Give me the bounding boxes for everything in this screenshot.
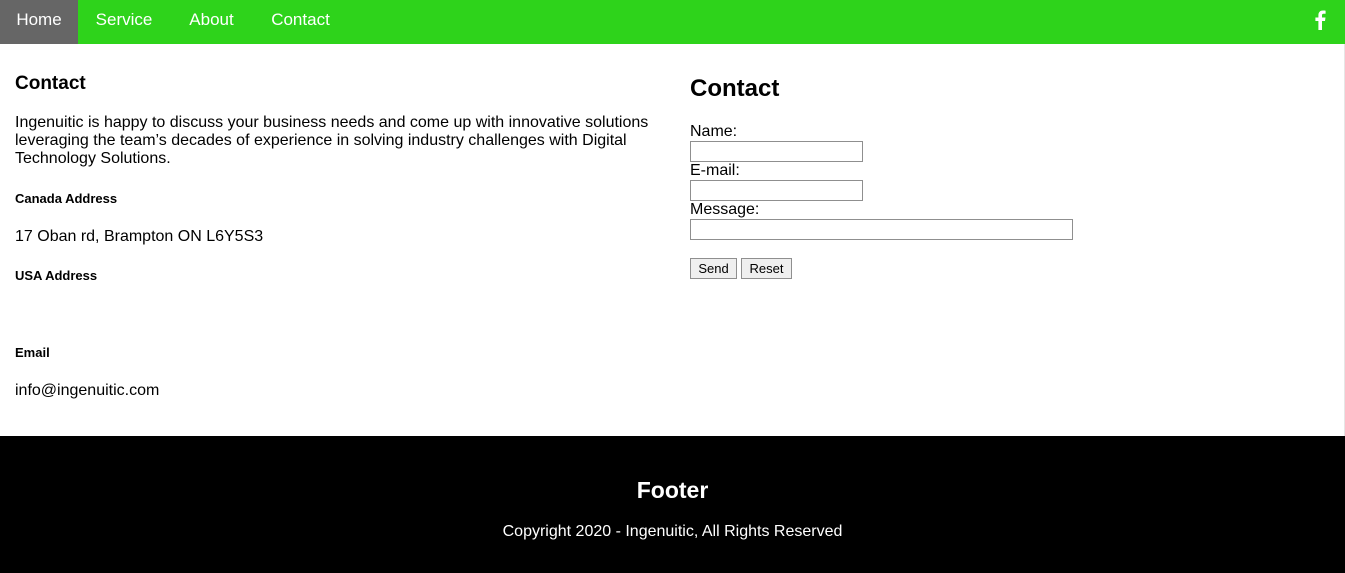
footer-copyright: Copyright 2020 - Ingenuitic, All Rights … [502,523,843,540]
facebook-icon[interactable] [1313,10,1327,30]
top-navbar: Home Service About Contact [0,0,1345,44]
reset-button[interactable]: Reset [741,258,792,279]
nav-item-contact[interactable]: Contact [253,0,348,44]
footer: Footer Copyright 2020 - Ingenuitic, All … [0,436,1345,573]
email-input[interactable] [690,180,863,201]
canada-address-heading: Canada Address [15,191,118,206]
canada-address-text: 17 Oban rd, Brampton ON L6Y5S3 [15,228,264,245]
usa-address-heading: USA Address [15,268,98,283]
message-input[interactable] [690,219,1073,240]
name-input[interactable] [690,141,863,162]
nav-item-service[interactable]: Service [78,0,170,44]
nav-item-home[interactable]: Home [0,0,78,44]
name-label: Name: [690,123,738,140]
footer-title: Footer [636,477,709,503]
nav-item-about[interactable]: About [170,0,253,44]
email-label: E-mail: [690,162,740,179]
contact-intro-text: Ingenuitic is happy to discuss your busi… [15,114,649,167]
contact-info-title: Contact [15,73,86,94]
message-label: Message: [690,201,760,218]
email-heading: Email [15,345,50,360]
contact-form-title: Contact [690,75,780,102]
send-button[interactable]: Send [690,258,737,279]
email-address-text: info@ingenuitic.com [15,382,160,399]
page: Home Service About Contact Contact Ingen… [0,0,1345,573]
